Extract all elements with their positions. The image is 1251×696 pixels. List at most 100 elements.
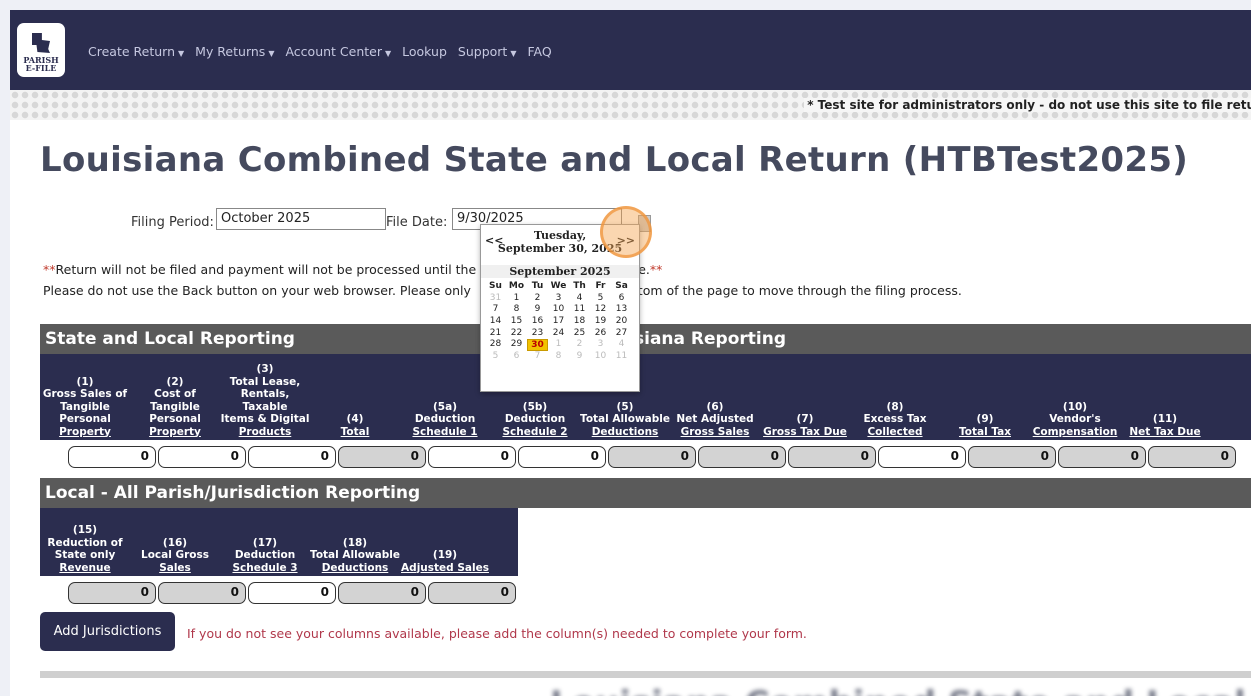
calendar-day[interactable]: 27 bbox=[611, 328, 632, 340]
bottom-title-blurred: Louisiana Combined State and Local Retur… bbox=[550, 684, 1251, 696]
calendar-day[interactable]: 8 bbox=[506, 304, 527, 316]
calendar-day[interactable]: 22 bbox=[506, 328, 527, 340]
amount-input[interactable]: 0 bbox=[878, 446, 966, 468]
calendar-day[interactable]: 3 bbox=[548, 293, 569, 305]
calendar-selected-date: Tuesday, September 30, 2025 bbox=[481, 225, 639, 259]
calendar-day[interactable]: 8 bbox=[548, 351, 569, 363]
note-red-asterisks-end: ** bbox=[649, 262, 663, 277]
calendar-day[interactable]: 2 bbox=[569, 339, 590, 351]
calendar-day[interactable]: 7 bbox=[527, 351, 548, 363]
column-header: (15) Reduction of State only Revenue bbox=[47, 524, 123, 574]
calendar-day[interactable]: 3 bbox=[590, 339, 611, 351]
calendar-weekday-header: Fr bbox=[595, 281, 606, 291]
local-column-headers: (15) Reduction of State only Revenue (16) Loc… bbox=[40, 508, 518, 576]
nav-item-label: Create Return bbox=[88, 44, 175, 59]
section-divider bbox=[40, 671, 1251, 678]
calendar-day[interactable]: 15 bbox=[506, 316, 527, 328]
calendar-day-grid: Su Mo Tu We Th Fr Sa 31 1 2 3 4 5 6 7 8 9 10 11 12 13 14 15 16 1… bbox=[485, 281, 632, 363]
amount-input[interactable]: 0 bbox=[248, 446, 336, 468]
calendar-day[interactable]: 19 bbox=[590, 316, 611, 328]
calendar-day[interactable]: 2 bbox=[527, 293, 548, 305]
calendar-day[interactable]: 10 bbox=[590, 351, 611, 363]
computed-amount-field: 0 bbox=[698, 446, 786, 468]
amount-input[interactable]: 0 bbox=[248, 582, 336, 604]
calendar-weekday-header: We bbox=[550, 281, 567, 291]
nav-item-create-return[interactable]: Create Return ▼ bbox=[88, 44, 184, 59]
column-header: (7) Gross Tax Due bbox=[763, 413, 847, 438]
state-local-section-header: State and Local Reporting siana Reportin… bbox=[40, 324, 1251, 354]
filing-period-input[interactable]: October 2025 bbox=[216, 208, 386, 230]
computed-amount-field: 0 bbox=[158, 582, 246, 604]
calendar-day[interactable]: 28 bbox=[485, 339, 506, 351]
louisiana-reporting-header-text: siana Reporting bbox=[634, 329, 786, 349]
column-header: (5a) Deduction Schedule 1 bbox=[412, 400, 478, 438]
note-line-1: Return will not be filed and payment wil… bbox=[55, 262, 477, 277]
calendar-day[interactable]: 12 bbox=[590, 304, 611, 316]
column-header: (4) Total bbox=[340, 413, 370, 438]
computed-amount-field: 0 bbox=[338, 446, 426, 468]
calendar-day[interactable]: 5 bbox=[485, 351, 506, 363]
column-header: (3) Total Lease, Rentals, Taxable Items & D… bbox=[220, 363, 310, 438]
calendar-weekday: Tuesday, bbox=[533, 229, 587, 242]
caret-down-icon: ▼ bbox=[384, 49, 392, 58]
amount-input[interactable]: 0 bbox=[158, 446, 246, 468]
computed-amount-field: 0 bbox=[1058, 446, 1146, 468]
page-title: Louisiana Combined State and Local Retur… bbox=[40, 140, 1189, 180]
amount-input[interactable]: 0 bbox=[68, 446, 156, 468]
calendar-full-date: September 30, 2025 bbox=[497, 242, 623, 255]
calendar-day[interactable]: 6 bbox=[611, 293, 632, 305]
column-header: (5b) Deduction Schedule 2 bbox=[502, 400, 568, 438]
calendar-next-button[interactable]: >> bbox=[617, 234, 635, 247]
app-frame: PARISH E-FILE Create Return ▼ My Returns ▼ A… bbox=[10, 10, 1251, 696]
calendar-day[interactable]: 10 bbox=[548, 304, 569, 316]
calendar-day[interactable]: 14 bbox=[485, 316, 506, 328]
note-line-2: Please do not use the Back button on you… bbox=[43, 283, 471, 298]
calendar-day[interactable]: 6 bbox=[506, 351, 527, 363]
computed-amount-field: 0 bbox=[968, 446, 1056, 468]
calendar-day[interactable]: 9 bbox=[527, 304, 548, 316]
nav-item-lookup[interactable]: Lookup bbox=[402, 44, 447, 59]
calendar-day[interactable]: 4 bbox=[611, 339, 632, 351]
nav-item-faq[interactable]: FAQ bbox=[527, 44, 551, 59]
amount-input[interactable]: 0 bbox=[428, 446, 516, 468]
calendar-day[interactable]: 18 bbox=[569, 316, 590, 328]
calendar-weekday-header: Su bbox=[489, 281, 502, 291]
calendar-day[interactable]: 7 bbox=[485, 304, 506, 316]
amount-input[interactable]: 0 bbox=[518, 446, 606, 468]
louisiana-state-icon bbox=[32, 33, 50, 53]
calendar-day[interactable]: 30 bbox=[527, 339, 548, 352]
calendar-day[interactable]: 11 bbox=[611, 351, 632, 363]
calendar-day[interactable]: 24 bbox=[548, 328, 569, 340]
file-date-label: File Date: bbox=[386, 215, 448, 230]
calendar-day[interactable]: 1 bbox=[506, 293, 527, 305]
calendar-weekday-header: Mo bbox=[508, 281, 525, 291]
calendar-day[interactable]: 31 bbox=[485, 293, 506, 305]
calendar-day[interactable]: 17 bbox=[548, 316, 569, 328]
calendar-day[interactable]: 23 bbox=[527, 328, 548, 340]
calendar-day[interactable]: 13 bbox=[611, 304, 632, 316]
calendar-day[interactable]: 1 bbox=[548, 339, 569, 351]
calendar-day[interactable]: 9 bbox=[569, 351, 590, 363]
column-header: (1) Gross Sales of Tangible Personal Propert… bbox=[42, 375, 128, 438]
calendar-day[interactable]: 4 bbox=[569, 293, 590, 305]
calendar-day[interactable]: 29 bbox=[506, 339, 527, 351]
computed-amount-field: 0 bbox=[788, 446, 876, 468]
nav-item-support[interactable]: Support ▼ bbox=[458, 44, 517, 59]
parish-efile-logo[interactable]: PARISH E-FILE bbox=[17, 23, 65, 77]
column-header: (10) Vendor's Compensation bbox=[1032, 400, 1118, 438]
add-jurisdictions-button[interactable]: Add Jurisdictions bbox=[40, 612, 175, 651]
calendar-day[interactable]: 5 bbox=[590, 293, 611, 305]
column-header: (17) Deduction Schedule 3 bbox=[232, 536, 298, 574]
main-menu: Create Return ▼ My Returns ▼ Account Center ▼… bbox=[88, 44, 552, 59]
calendar-day[interactable]: 25 bbox=[569, 328, 590, 340]
column-header: (6) Net Adjusted Gross Sales bbox=[676, 400, 754, 438]
nav-item-my-returns[interactable]: My Returns ▼ bbox=[195, 44, 274, 59]
nav-item-account-center[interactable]: Account Center ▼ bbox=[285, 44, 391, 59]
calendar-day[interactable]: 21 bbox=[485, 328, 506, 340]
calendar-day[interactable]: 26 bbox=[590, 328, 611, 340]
calendar-prev-button[interactable]: << bbox=[485, 234, 503, 247]
calendar-day[interactable]: 20 bbox=[611, 316, 632, 328]
calendar-day[interactable]: 11 bbox=[569, 304, 590, 316]
nav-item-label: Support bbox=[457, 44, 508, 59]
calendar-day[interactable]: 16 bbox=[527, 316, 548, 328]
